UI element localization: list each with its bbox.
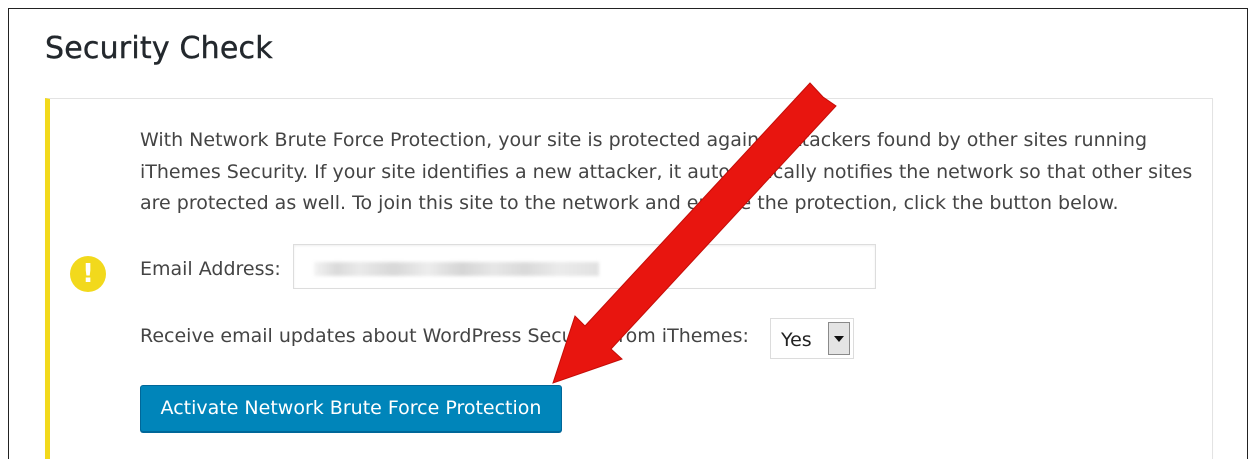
warning-exclamation-icon: ! — [70, 256, 106, 292]
chevron-down-icon[interactable] — [828, 322, 850, 355]
email-updates-select[interactable]: Yes — [770, 318, 854, 359]
activate-network-brute-force-button[interactable]: Activate Network Brute Force Protection — [140, 385, 562, 432]
email-updates-label: Receive email updates about WordPress Se… — [140, 325, 749, 347]
notice-description: With Network Brute Force Protection, you… — [140, 129, 1193, 214]
email-field[interactable] — [293, 244, 876, 289]
redacted-email-value — [314, 262, 599, 276]
email-label: Email Address: — [140, 258, 281, 280]
email-updates-selected-value: Yes — [781, 329, 812, 351]
page-title: Security Check — [45, 31, 273, 66]
security-notice: ! With Network Brute Force Protection, y… — [45, 98, 1213, 459]
